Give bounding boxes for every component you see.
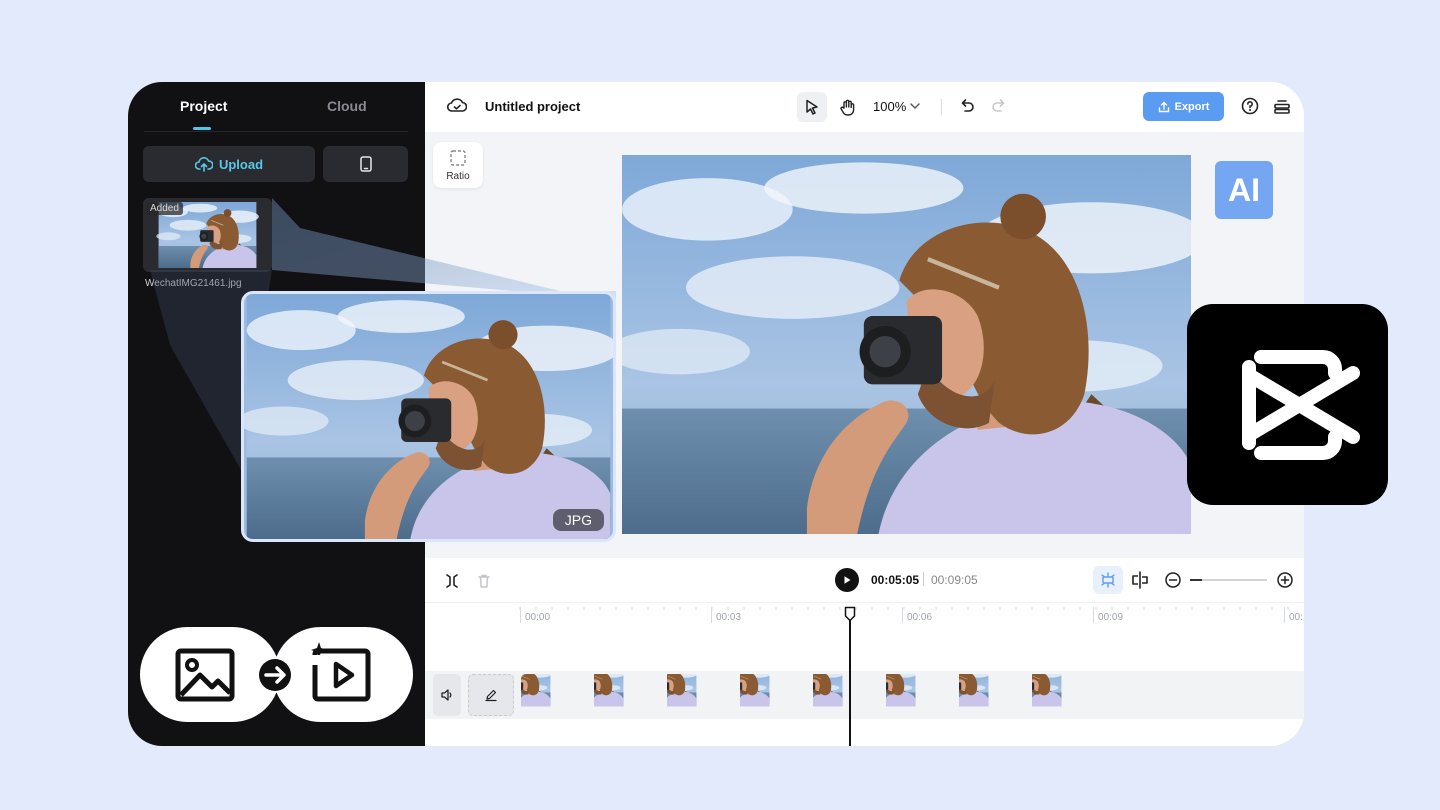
capcut-logo — [1187, 304, 1388, 505]
active-tab-indicator — [193, 127, 211, 130]
speaker-icon — [440, 688, 454, 702]
tab-cloud[interactable]: Cloud — [327, 98, 367, 114]
ruler-major-tick — [1284, 607, 1285, 623]
clip-frame — [886, 674, 959, 716]
ratio-button[interactable]: Ratio — [433, 142, 483, 188]
capcut-logo-icon — [1213, 345, 1363, 465]
main-track-magnet-button[interactable] — [1093, 566, 1123, 594]
added-badge: Added — [146, 202, 183, 215]
playhead[interactable] — [849, 610, 851, 746]
split-icon[interactable] — [443, 572, 461, 590]
top-bar: Untitled project 100% Export — [425, 82, 1304, 132]
redo-icon[interactable] — [990, 96, 1008, 114]
cloud-upload-icon — [194, 156, 213, 172]
trash-icon[interactable] — [475, 572, 493, 590]
project-title[interactable]: Untitled project — [485, 99, 580, 114]
zoomed-image-preview: JPG — [241, 291, 616, 542]
format-badge: JPG — [552, 509, 604, 531]
cloud-sync-icon[interactable] — [447, 96, 467, 114]
upload-label: Upload — [218, 156, 264, 172]
ruler-tick-label: 00:03 — [716, 612, 742, 623]
undo-icon[interactable] — [958, 96, 976, 114]
ruler-major-tick — [902, 607, 903, 623]
zoom-out-icon[interactable] — [1164, 571, 1182, 589]
pencil-icon — [484, 688, 498, 702]
cursor-icon — [805, 99, 819, 115]
video-clip[interactable] — [521, 674, 1103, 716]
ruler-tick-label: 00: — [1289, 612, 1303, 623]
sidebar-tabs: Project Cloud — [144, 82, 408, 132]
play-icon — [842, 575, 852, 585]
help-icon[interactable] — [1240, 96, 1260, 116]
phone-icon — [359, 156, 372, 172]
hand-tool-button[interactable] — [833, 92, 863, 122]
ratio-icon — [449, 149, 467, 167]
layers-menu-icon[interactable] — [1273, 96, 1291, 116]
phone-upload-button[interactable] — [323, 146, 408, 182]
image-to-video-graphic — [140, 627, 413, 722]
ruler-tick-label: 00:06 — [907, 612, 933, 623]
total-time: 00:09:05 — [931, 573, 978, 587]
export-icon — [1158, 101, 1170, 113]
clip-frame — [1032, 674, 1103, 716]
ruler-tick-label: 00:09 — [1098, 612, 1124, 623]
clip-frame — [959, 674, 1032, 716]
mute-track-button[interactable] — [433, 674, 461, 716]
preview-image[interactable] — [622, 155, 1191, 534]
arrow-right-icon — [259, 659, 291, 691]
ai-badge: AI — [1215, 161, 1273, 219]
export-label: Export — [1174, 100, 1210, 113]
edit-track-button[interactable] — [468, 674, 514, 716]
video-track — [425, 671, 1304, 719]
clip-frame — [740, 674, 813, 716]
clip-frame — [667, 674, 740, 716]
ruler-major-tick — [520, 607, 521, 623]
select-tool-button[interactable] — [797, 92, 827, 122]
zoom-in-icon[interactable] — [1276, 571, 1294, 589]
ruler-tick-label: 00:00 — [525, 612, 551, 623]
hand-icon — [840, 99, 856, 116]
time-separator — [923, 572, 924, 586]
ratio-label: Ratio — [446, 171, 470, 182]
media-filename: WechatIMG21461.jpg — [145, 278, 242, 289]
chevron-down-icon[interactable] — [909, 100, 921, 112]
tab-project[interactable]: Project — [180, 98, 227, 114]
snap-align-icon[interactable] — [1130, 570, 1150, 590]
media-item[interactable]: Added — [143, 198, 272, 272]
zoom-level[interactable]: 100% — [873, 99, 906, 114]
export-button[interactable]: Export — [1143, 92, 1224, 121]
zoom-slider[interactable] — [1190, 579, 1267, 581]
timeline-panel: 00:05:05 00:09:05 00:00 00:03 00:06 00:0… — [425, 558, 1304, 746]
clip-frame — [521, 674, 594, 716]
playhead-handle-icon[interactable] — [844, 606, 856, 622]
clip-frame — [594, 674, 667, 716]
play-button[interactable] — [835, 568, 859, 592]
current-time: 00:05:05 — [871, 573, 920, 587]
time-ruler[interactable]: 00:00 00:03 00:06 00:09 00: — [425, 602, 1304, 628]
divider — [941, 99, 942, 115]
upload-button[interactable]: Upload — [143, 146, 315, 182]
ruler-major-tick — [1093, 607, 1094, 623]
magnet-icon — [1099, 571, 1117, 589]
ruler-major-tick — [711, 607, 712, 623]
